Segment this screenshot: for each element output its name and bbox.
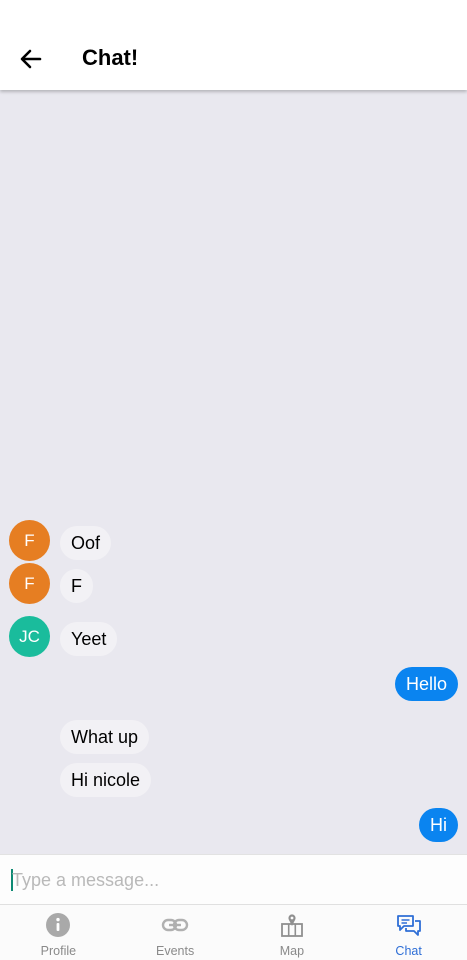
message-bubble-incoming: What up — [60, 720, 150, 754]
message-bubble-outgoing: Hello — [394, 667, 458, 701]
message-bubble-incoming: Hi nicole — [60, 763, 152, 797]
tab-chat[interactable]: Chat — [350, 905, 467, 960]
chat-message-list[interactable]: F Oof F F JC Yeet Hello What up Hi nicol… — [0, 90, 467, 854]
info-icon — [46, 913, 71, 937]
tab-map[interactable]: Map — [234, 905, 351, 960]
map-icon — [280, 914, 303, 937]
link-icon — [161, 918, 189, 932]
avatar: JC — [9, 616, 50, 657]
message-bubble-incoming: Yeet — [60, 622, 118, 656]
back-arrow-icon — [20, 49, 42, 69]
tab-profile[interactable]: Profile — [0, 905, 117, 960]
message-composer — [0, 854, 467, 904]
back-button[interactable] — [14, 43, 50, 77]
message-input[interactable] — [12, 863, 452, 897]
tab-events[interactable]: Events — [117, 905, 234, 960]
app-header: Chat! — [0, 0, 467, 90]
bottom-tab-bar: Profile Events Map Chat — [0, 904, 467, 960]
page-title: Chat! — [82, 45, 139, 70]
tab-label-map: Map — [279, 944, 305, 958]
message-bubble-incoming: Oof — [60, 526, 112, 560]
tab-label-chat: Chat — [395, 944, 422, 958]
message-bubble-outgoing: Hi — [419, 808, 458, 842]
avatar: F — [9, 520, 50, 561]
message-bubble-incoming: F — [60, 569, 93, 603]
tab-label-profile: Profile — [40, 944, 77, 958]
avatar: F — [9, 563, 50, 604]
tab-label-events: Events — [156, 944, 195, 958]
chat-icon — [396, 915, 421, 936]
